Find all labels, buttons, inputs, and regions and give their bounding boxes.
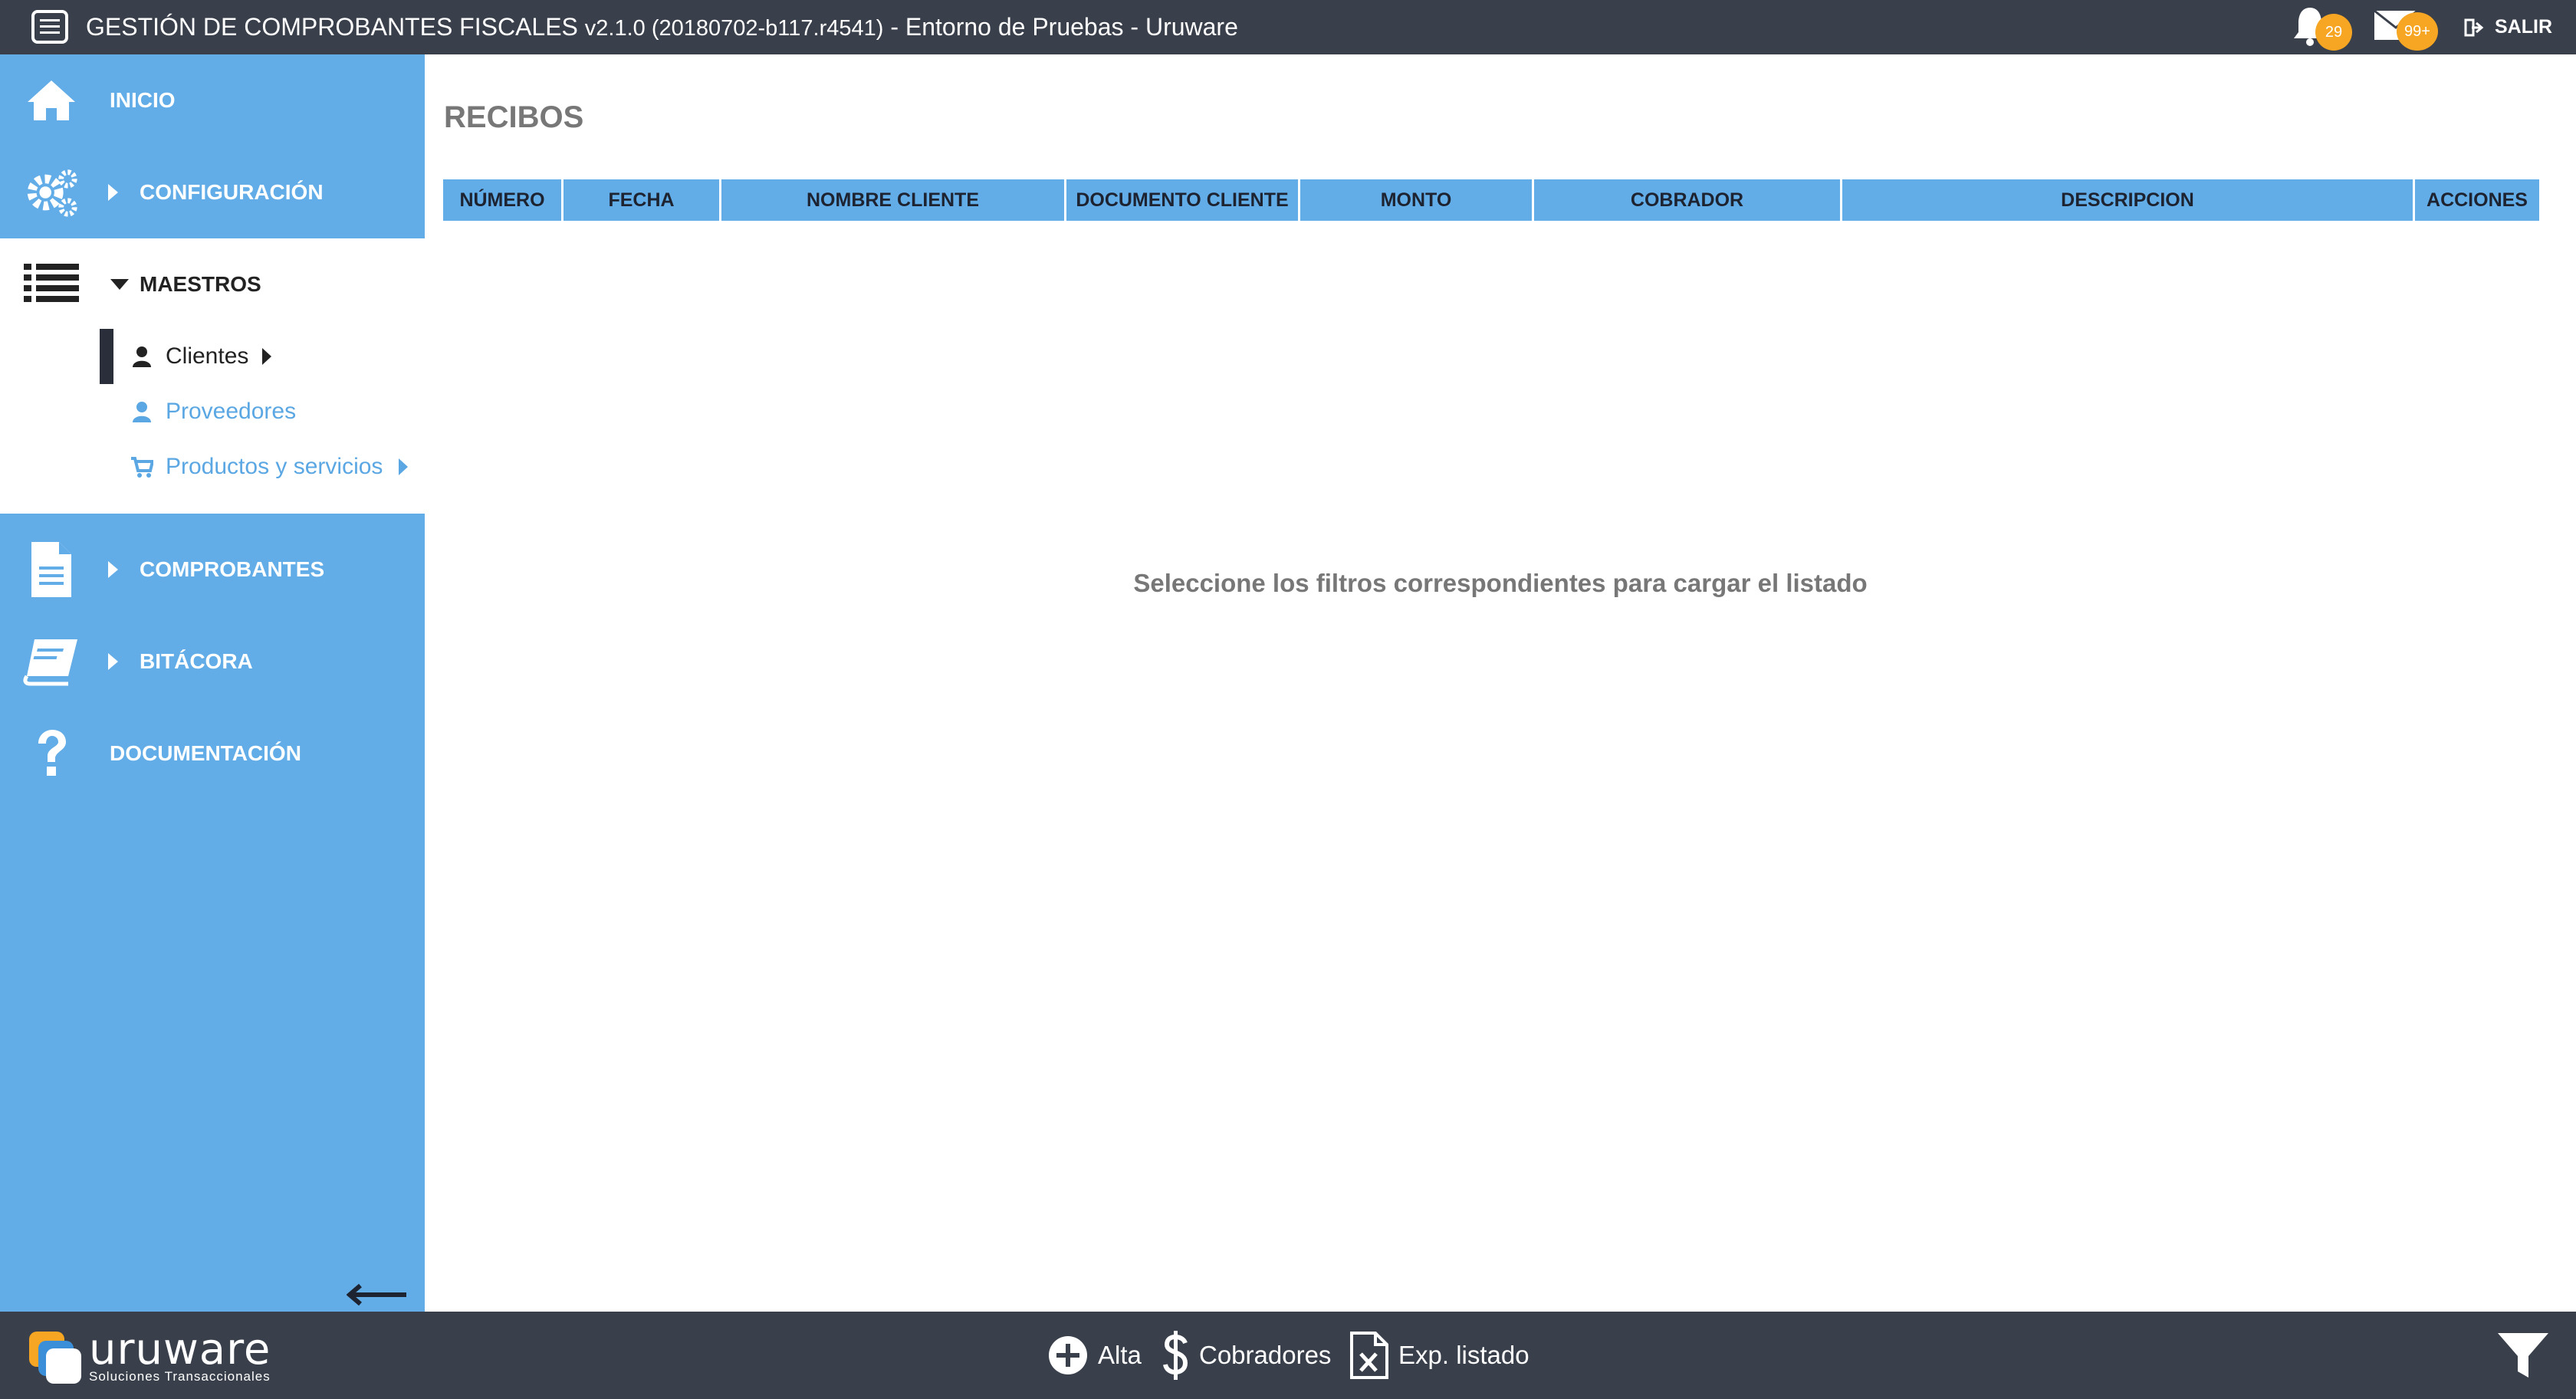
uruware-logo-mark (29, 1332, 81, 1384)
column-header-cobrador[interactable]: COBRADOR (1534, 179, 1842, 221)
chevron-right-icon (108, 561, 118, 578)
chevron-down-icon (110, 279, 129, 290)
sidebar-item-label: DOCUMENTACIÓN (110, 741, 301, 765)
sidebar-item-comprobantes[interactable]: COMPROBANTES (0, 524, 425, 616)
sidebar: INICIO CONFIGURACIÓN MAESTROS Clientes P… (0, 54, 425, 1312)
user-icon (133, 402, 151, 422)
chevron-right-icon (108, 184, 118, 201)
list-icon (21, 255, 81, 314)
cart-icon (131, 457, 153, 478)
page-title: RECIBOS (444, 100, 584, 134)
brand-name: uruware (89, 1325, 271, 1374)
gears-icon (21, 163, 81, 222)
arrow-left-icon[interactable] (347, 1279, 408, 1310)
table-header: NÚMERO FECHA NOMBRE CLIENTE DOCUMENTO CL… (443, 179, 2539, 221)
home-icon (21, 71, 81, 130)
book-icon (21, 632, 81, 691)
dollar-icon (1163, 1331, 1188, 1380)
submenu-item-proveedores[interactable]: Proveedores (0, 384, 425, 439)
empty-list-message: Seleccione los filtros correspondientes … (1133, 569, 1868, 597)
column-header-documento-cliente[interactable]: DOCUMENTO CLIENTE (1066, 179, 1300, 221)
app-menu-icon[interactable] (31, 9, 69, 44)
alta-label: Alta (1098, 1341, 1142, 1369)
footer-bar: uruware Soluciones Transaccionales Alta … (0, 1312, 2576, 1399)
main-content: RECIBOS NÚMERO FECHA NOMBRE CLIENTE DOCU… (425, 54, 2576, 1312)
column-header-nombre-cliente[interactable]: NOMBRE CLIENTE (721, 179, 1066, 221)
maestros-section: MAESTROS Clientes Proveedores Productos … (0, 238, 425, 514)
uruware-logo: uruware Soluciones Transaccionales (28, 1325, 271, 1385)
question-icon (21, 724, 81, 783)
app-environment: - Entorno de Pruebas - Uruware (890, 13, 1238, 41)
column-header-acciones: ACCIONES (2415, 179, 2539, 221)
filter-icon[interactable] (2496, 1332, 2550, 1381)
active-marker (100, 329, 113, 384)
sidebar-item-label: INICIO (110, 88, 176, 112)
export-list-label: Exp. listado (1398, 1341, 1530, 1369)
chevron-right-icon (108, 653, 118, 670)
submenu-label: Proveedores (166, 399, 297, 424)
plus-circle-icon (1049, 1336, 1087, 1374)
column-header-monto[interactable]: MONTO (1300, 179, 1534, 221)
alta-button[interactable]: Alta (1047, 1312, 1142, 1399)
sidebar-item-maestros[interactable]: MAESTROS (0, 238, 425, 330)
cobradores-label: Cobradores (1199, 1341, 1332, 1369)
app-version: v2.1.0 (20180702-b117.r4541) (584, 16, 884, 41)
app-title-text: GESTIÓN DE COMPROBANTES FISCALES (86, 13, 578, 41)
brand-tagline: Soluciones Transaccionales (89, 1369, 271, 1384)
user-icon (133, 346, 151, 367)
chevron-right-icon (262, 348, 271, 365)
sign-out-icon (2464, 18, 2484, 36)
logout-label: SALIR (2495, 16, 2552, 38)
column-header-numero[interactable]: NÚMERO (443, 179, 564, 221)
export-list-button[interactable]: Exp. listado (1349, 1312, 1530, 1399)
sidebar-item-configuracion[interactable]: CONFIGURACIÓN (0, 146, 425, 238)
column-header-descripcion[interactable]: DESCRIPCION (1842, 179, 2415, 221)
app-title: GESTIÓN DE COMPROBANTES FISCALES v2.1.0 … (86, 0, 1238, 54)
logout-button[interactable]: SALIR (2464, 0, 2552, 54)
messages-badge: 99+ (2397, 12, 2438, 51)
document-icon (21, 540, 81, 599)
sidebar-item-label: CONFIGURACIÓN (140, 180, 324, 204)
submenu-item-clientes[interactable]: Clientes (0, 329, 425, 384)
column-header-fecha[interactable]: FECHA (564, 179, 721, 221)
sidebar-item-label: COMPROBANTES (140, 557, 325, 581)
sidebar-item-documentacion[interactable]: DOCUMENTACIÓN (0, 708, 425, 800)
sidebar-item-inicio[interactable]: INICIO (0, 54, 425, 146)
submenu-label: Clientes (166, 343, 249, 369)
sidebar-item-label: BITÁCORA (140, 649, 253, 673)
submenu-label: Productos y servicios (166, 454, 383, 479)
chevron-right-icon (399, 458, 408, 475)
submenu-item-productos[interactable]: Productos y servicios (0, 439, 425, 494)
top-bar: GESTIÓN DE COMPROBANTES FISCALES v2.1.0 … (0, 0, 2576, 54)
excel-icon (1350, 1332, 1388, 1379)
sidebar-item-label: MAESTROS (140, 272, 261, 296)
notifications-badge: 29 (2315, 14, 2352, 51)
sidebar-item-bitacora[interactable]: BITÁCORA (0, 616, 425, 708)
cobradores-button[interactable]: Cobradores (1162, 1312, 1331, 1399)
